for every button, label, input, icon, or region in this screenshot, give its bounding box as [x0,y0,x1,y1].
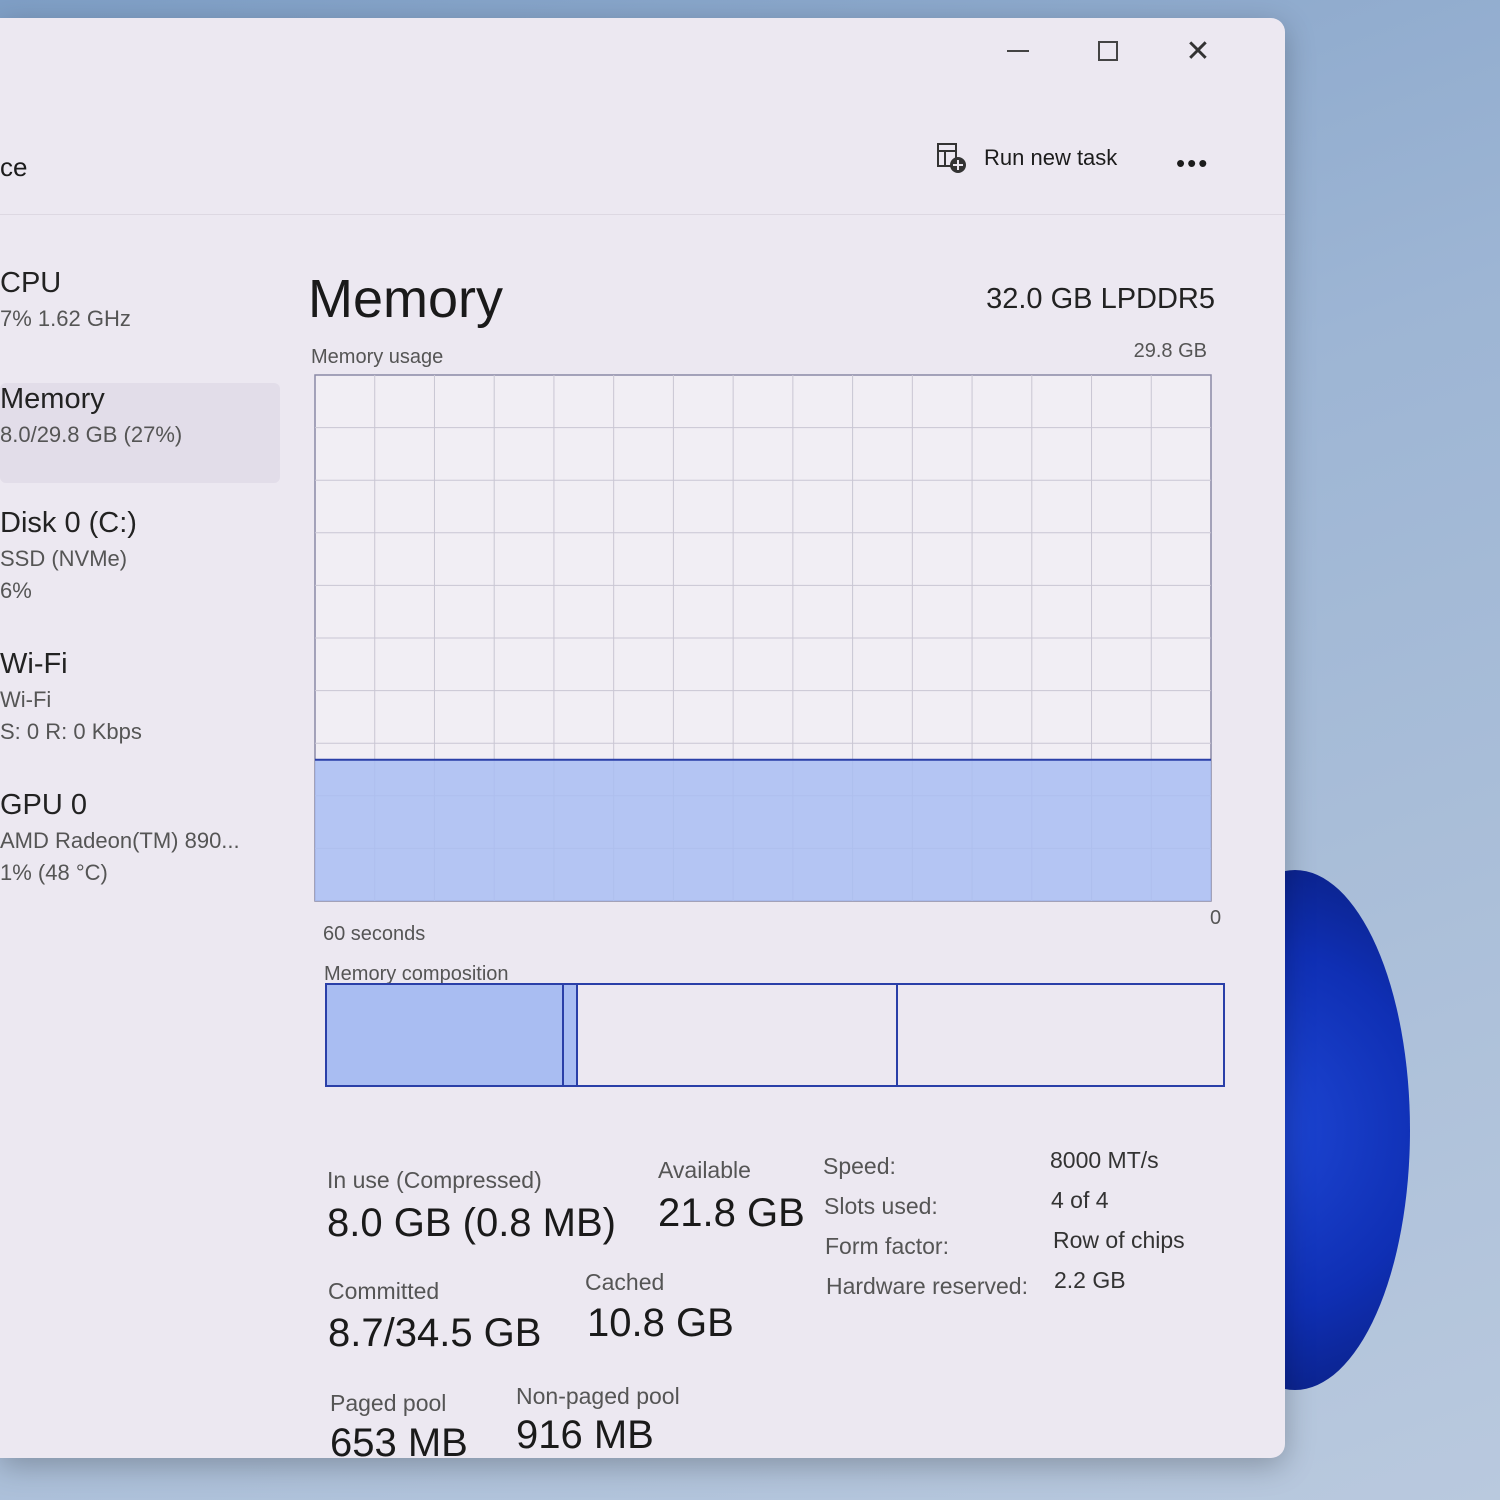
close-icon: ✕ [1185,34,1211,68]
form-factor-label: Form factor: [825,1233,949,1259]
sidebar-item-name: Memory [0,383,105,415]
close-button[interactable]: ✕ [1168,26,1228,76]
run-new-task-button[interactable]: Run new task [936,142,1117,174]
run-task-icon [937,143,966,173]
non-paged-pool-value: 916 MB [516,1413,654,1457]
sidebar-item-disk[interactable]: Disk 0 (C:) SSD (NVMe) 6% [0,507,280,604]
sidebar-item-detail: 6% [0,578,32,603]
more-options-button[interactable]: ••• [1176,148,1209,179]
sidebar-item-name: Wi-Fi [0,648,68,680]
cached-label: Cached [585,1269,665,1295]
page-title: ce [0,152,28,182]
maximize-button[interactable] [1078,26,1138,76]
sidebar-item-detail: 8.0/29.8 GB (27%) [0,422,183,447]
memory-title: Memory [308,269,504,329]
slots-used-value: 4 of 4 [1051,1187,1109,1213]
task-manager-window: ✕ ce Run new task ••• CPU 7% 1.62 GHz Me… [0,18,1285,1458]
sidebar-item-memory[interactable]: Memory 8.0/29.8 GB (27%) [0,383,280,483]
memory-usage-graph [314,374,1212,902]
paged-pool-value: 653 MB [330,1421,468,1458]
speed-label: Speed: [823,1153,896,1179]
in-use-label: In use (Compressed) [327,1167,542,1193]
memory-spec: 32.0 GB LPDDR5 [986,283,1215,315]
minimize-button[interactable] [988,26,1048,76]
memory-usage-max: 29.8 GB [1133,340,1207,362]
sidebar-item-detail: AMD Radeon(TM) 890... [0,828,240,853]
non-paged-pool-label: Non-paged pool [516,1383,680,1409]
paged-pool-label: Paged pool [330,1390,447,1416]
run-new-task-label: Run new task [984,145,1118,170]
hardware-reserved-label: Hardware reserved: [826,1273,1028,1299]
minimize-icon [1007,50,1029,52]
available-value: 21.8 GB [658,1191,805,1235]
committed-value: 8.7/34.5 GB [328,1311,542,1355]
sidebar-item-name: CPU [0,267,62,299]
composition-in-use [327,985,564,1085]
slots-used-label: Slots used: [824,1193,938,1219]
memory-usage-chart [313,373,1213,903]
sidebar-item-name: Disk 0 (C:) [0,507,137,539]
chart-x-left-label: 60 seconds [323,923,426,945]
cached-value: 10.8 GB [587,1301,734,1345]
title-bar: ✕ [0,18,1285,114]
memory-usage-label: Memory usage [311,346,444,368]
in-use-value: 8.0 GB (0.8 MB) [327,1201,616,1245]
sidebar-item-detail: 7% 1.62 GHz [0,306,131,331]
sidebar-item-detail: SSD (NVMe) [0,546,128,571]
sidebar-item-detail: 1% (48 °C) [0,860,108,885]
sidebar-item-gpu[interactable]: GPU 0 AMD Radeon(TM) 890... 1% (48 °C) [0,789,280,886]
composition-standby [578,985,898,1085]
chart-x-right-label: 0 [1210,907,1222,929]
memory-composition-bar [325,983,1225,1087]
composition-free [898,985,1223,1085]
sidebar-item-wifi[interactable]: Wi-Fi Wi-Fi S: 0 R: 0 Kbps [0,648,280,745]
form-factor-value: Row of chips [1053,1227,1185,1253]
committed-label: Committed [328,1278,440,1304]
hardware-reserved-value: 2.2 GB [1054,1267,1126,1293]
maximize-icon [1098,41,1118,61]
composition-modified [563,985,579,1085]
sidebar-item-detail: Wi-Fi [0,687,52,712]
memory-usage-area [315,759,1211,901]
sidebar-item-name: GPU 0 [0,789,88,821]
toolbar: ce Run new task ••• [0,114,1285,215]
sidebar-item-cpu[interactable]: CPU 7% 1.62 GHz [0,267,280,332]
sidebar-item-detail: S: 0 R: 0 Kbps [0,719,142,744]
available-label: Available [658,1157,751,1183]
speed-value: 8000 MT/s [1050,1147,1159,1173]
